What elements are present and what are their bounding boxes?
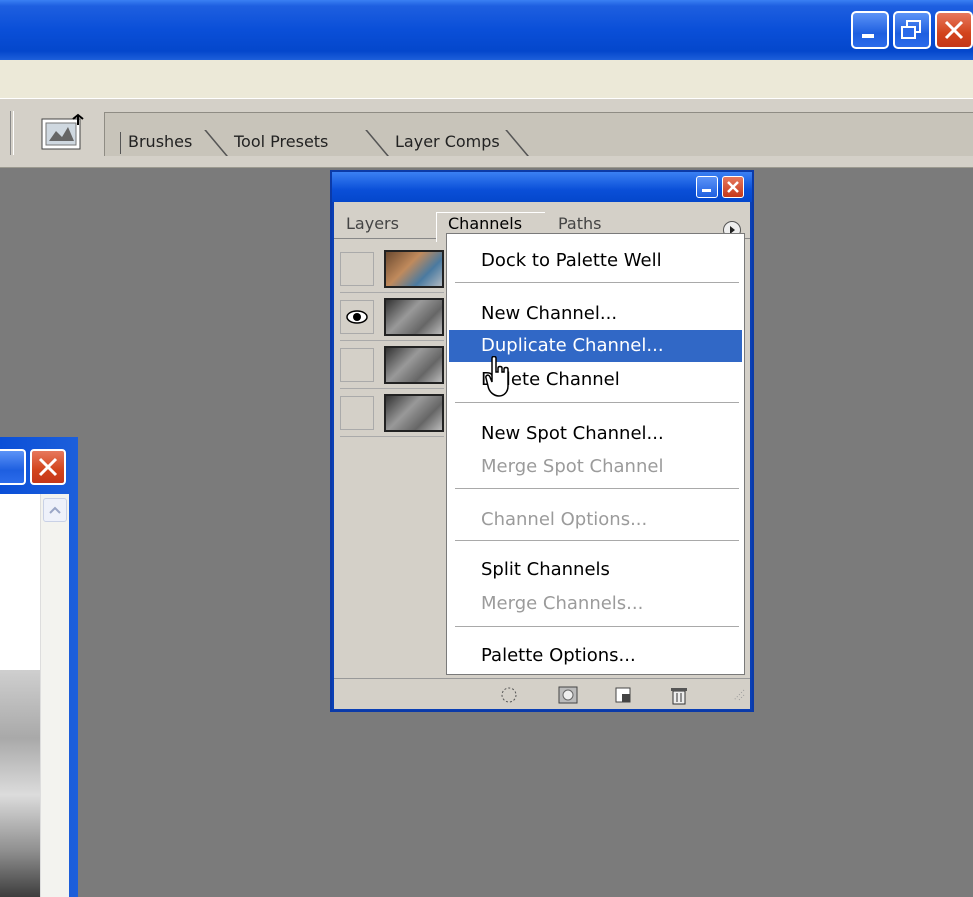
eye-icon: [346, 310, 368, 324]
visibility-toggle[interactable]: [340, 300, 374, 334]
menu-separator: [455, 626, 739, 630]
vertical-scrollbar[interactable]: [40, 494, 69, 897]
channel-row[interactable]: [340, 390, 444, 436]
app-titlebar: [0, 0, 973, 60]
scroll-up-icon: [49, 506, 61, 514]
menu-item-channel-options: Channel Options...: [481, 509, 648, 530]
well-tab-label: Layer Comps: [395, 132, 500, 151]
minimize-icon: [702, 189, 711, 192]
close-icon: [944, 20, 964, 40]
channel-row[interactable]: [340, 342, 444, 388]
visibility-toggle[interactable]: [340, 348, 374, 382]
menu-item-split-channels[interactable]: Split Channels: [449, 554, 742, 586]
tab-channels[interactable]: Channels: [448, 214, 522, 233]
well-tab-brushes[interactable]: Brushes: [120, 128, 218, 156]
well-tab-label: Brushes: [128, 132, 193, 151]
channel-thumbnail: [384, 298, 444, 336]
doc-restore-button[interactable]: [0, 449, 26, 485]
menu-item-palette-options[interactable]: Palette Options...: [449, 640, 742, 672]
load-selection-icon[interactable]: [500, 686, 518, 704]
cursor-icon: [485, 356, 509, 397]
new-channel-icon[interactable]: [614, 686, 632, 704]
minimize-button[interactable]: [851, 11, 889, 49]
doc-close-button[interactable]: [30, 449, 66, 485]
menu-item-merge-channels: Merge Channels...: [481, 593, 644, 614]
visibility-toggle[interactable]: [340, 396, 374, 430]
menu-separator: [455, 282, 739, 286]
tab-paths[interactable]: Paths: [558, 214, 601, 233]
close-icon: [38, 457, 58, 477]
visibility-toggle[interactable]: [340, 252, 374, 286]
minimize-icon: [862, 34, 874, 38]
menu-separator: [455, 402, 739, 406]
close-button[interactable]: [935, 11, 973, 49]
well-tab-label: Tool Presets: [234, 132, 329, 151]
palette-well-icon[interactable]: [40, 113, 84, 153]
menu-separator: [455, 488, 739, 492]
menu-item-merge-spot-channel: Merge Spot Channel: [481, 456, 664, 477]
restore-icon: [901, 20, 921, 39]
channel-row[interactable]: [340, 294, 444, 340]
restore-button[interactable]: [893, 11, 931, 49]
document-image: [0, 670, 40, 897]
save-selection-icon[interactable]: [558, 686, 578, 704]
scroll-up-button[interactable]: [43, 498, 67, 522]
palette-bottom-bar: [334, 678, 750, 709]
channel-thumbnail: [384, 394, 444, 432]
channel-row[interactable]: [340, 246, 444, 292]
channel-thumbnail: [384, 346, 444, 384]
menu-item-new-spot-channel[interactable]: New Spot Channel...: [449, 418, 742, 450]
toolbar-separator: [10, 111, 14, 155]
trash-icon[interactable]: [670, 686, 688, 706]
menu-item-new-channel[interactable]: New Channel...: [449, 298, 742, 330]
well-tab-layer-comps[interactable]: Layer Comps: [365, 128, 535, 156]
palette-titlebar[interactable]: [332, 172, 752, 202]
well-tab-tool-presets[interactable]: Tool Presets: [204, 128, 364, 156]
resize-grip-icon[interactable]: [730, 686, 746, 702]
tab-layers[interactable]: Layers: [346, 214, 399, 233]
channels-context-menu: Dock to Palette Well New Channel... Dupl…: [446, 233, 745, 675]
menu-item-dock-to-palette-well[interactable]: Dock to Palette Well: [449, 245, 742, 277]
channel-thumbnail: [384, 250, 444, 288]
menu-separator: [455, 540, 739, 544]
palette-minimize-button[interactable]: [696, 176, 718, 198]
palette-close-button[interactable]: [722, 176, 744, 198]
menu-bar: [0, 60, 973, 99]
close-icon: [727, 181, 739, 193]
